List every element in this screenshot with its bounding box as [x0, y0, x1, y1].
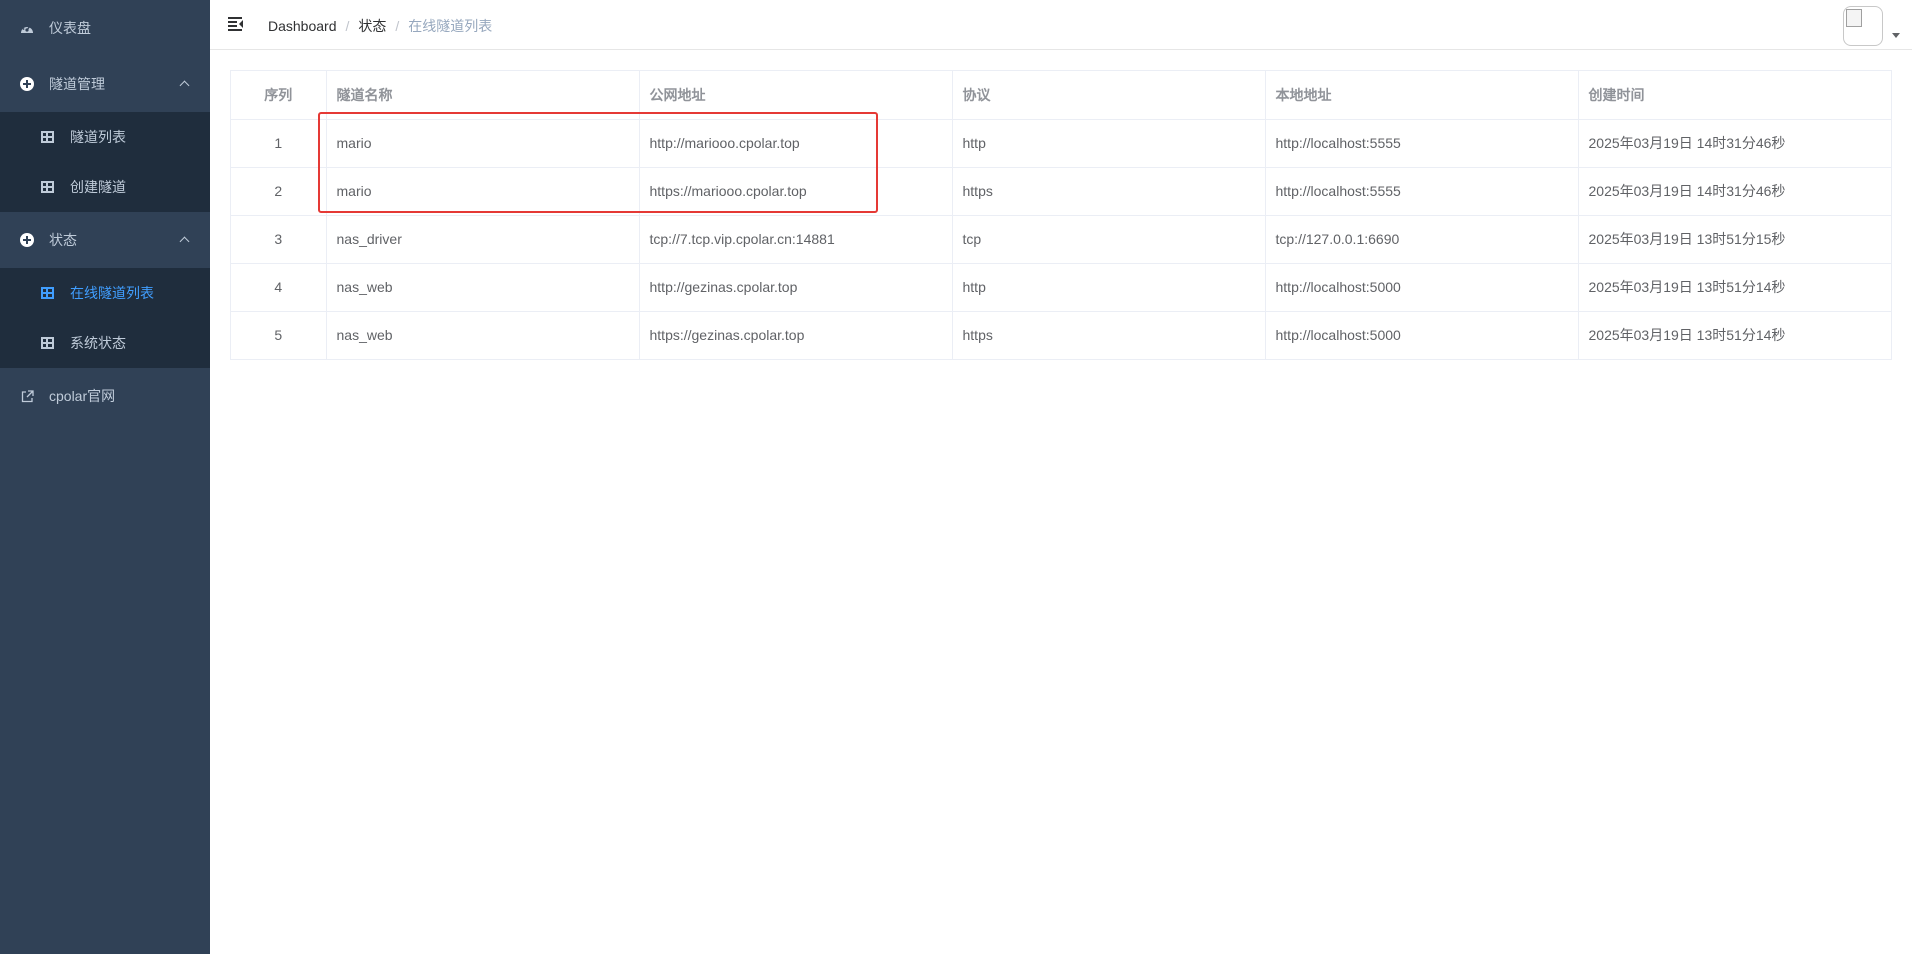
sidebar-item-tunnel-list[interactable]: 隧道列表 [0, 112, 210, 162]
cell-name: mario [326, 119, 640, 168]
breadcrumb-current: 在线隧道列表 [408, 18, 493, 34]
chevron-up-icon [179, 236, 190, 247]
cell-protocol: http [952, 263, 1266, 312]
cell-index: 5 [231, 311, 327, 359]
cell-name: nas_driver [326, 215, 640, 264]
sidebar-item-system-status[interactable]: 系统状态 [0, 318, 210, 368]
sidebar-item-create-tunnel[interactable]: 创建隧道 [0, 162, 210, 212]
table-icon [40, 286, 54, 300]
dashboard-icon [20, 21, 34, 35]
navbar: Dashboard / 状态 / 在线隧道列表 [210, 0, 1912, 50]
cell-index: 1 [231, 119, 327, 168]
breadcrumb-dashboard[interactable]: Dashboard [268, 18, 337, 34]
cell-protocol: http [952, 119, 1266, 168]
column-header-created-time: 创建时间 [1578, 71, 1891, 120]
sidebar-item-label: 隧道管理 [49, 76, 105, 92]
sidebar-item-label: 在线隧道列表 [70, 285, 154, 301]
cell-name: nas_web [326, 311, 640, 359]
chevron-up-icon [179, 80, 190, 91]
cell-local-address: http://localhost:5555 [1265, 119, 1579, 168]
cell-created-time: 2025年03月19日 14时31分46秒 [1578, 167, 1891, 216]
cell-public-url: http://mariooo.cpolar.top [639, 119, 953, 168]
sidebar-item-tunnel-management[interactable]: 隧道管理 [0, 56, 210, 112]
sidebar-item-label: 状态 [49, 232, 77, 248]
cell-created-time: 2025年03月19日 13时51分14秒 [1578, 263, 1891, 312]
table-row: 3 nas_driver tcp://7.tcp.vip.cpolar.cn:1… [231, 215, 1891, 264]
sidebar-item-online-tunnels[interactable]: 在线隧道列表 [0, 268, 210, 318]
table-row: 4 nas_web http://gezinas.cpolar.top http… [231, 263, 1891, 312]
sidebar-item-status[interactable]: 状态 [0, 212, 210, 268]
table-icon [40, 130, 54, 144]
column-header-local-address: 本地地址 [1265, 71, 1579, 120]
cell-local-address: http://localhost:5000 [1265, 311, 1579, 359]
cell-protocol: https [952, 167, 1266, 216]
table-row: 1 mario http://mariooo.cpolar.top http h… [231, 119, 1891, 168]
cell-index: 2 [231, 167, 327, 216]
circle-plus-icon [20, 77, 34, 91]
sidebar-item-label: 系统状态 [70, 335, 126, 351]
cell-public-url: http://gezinas.cpolar.top [639, 263, 953, 312]
tunnel-table: 序列 隧道名称 公网地址 协议 本地地址 创建时间 1 mario http:/… [230, 70, 1892, 360]
table-icon [40, 336, 54, 350]
breadcrumb-separator: / [395, 18, 400, 34]
breadcrumb: Dashboard / 状态 / 在线隧道列表 [268, 16, 492, 36]
table-row: 2 mario https://mariooo.cpolar.top https… [231, 167, 1891, 216]
breadcrumb-separator: / [345, 18, 350, 34]
column-header-index: 序列 [231, 71, 327, 120]
circle-plus-icon [20, 233, 34, 247]
cell-created-time: 2025年03月19日 13时51分15秒 [1578, 215, 1891, 264]
sidebar-item-label: cpolar官网 [49, 388, 116, 404]
cell-public-url: tcp://7.tcp.vip.cpolar.cn:14881 [639, 215, 953, 264]
caret-down-icon[interactable] [1892, 33, 1900, 38]
cell-public-url: https://mariooo.cpolar.top [639, 167, 953, 216]
sidebar-item-dashboard[interactable]: 仪表盘 [0, 0, 210, 56]
sidebar-item-label: 仪表盘 [49, 20, 91, 36]
sidebar-item-label: 创建隧道 [70, 179, 126, 195]
column-header-public-url: 公网地址 [639, 71, 953, 120]
cell-index: 4 [231, 263, 327, 312]
sidebar: 仪表盘 隧道管理 隧道列表 创建隧道 状态 在线隧道列表 系统状态 cpolar… [0, 0, 210, 954]
external-link-icon [20, 389, 34, 403]
cell-name: nas_web [326, 263, 640, 312]
cell-created-time: 2025年03月19日 13时51分14秒 [1588, 327, 1786, 344]
table-row: 5 nas_web https://gezinas.cpolar.top htt… [231, 311, 1891, 359]
hamburger-icon[interactable] [228, 17, 244, 31]
column-header-protocol: 协议 [952, 71, 1266, 120]
cell-protocol: tcp [952, 215, 1266, 264]
cell-protocol: https [952, 311, 1266, 359]
breadcrumb-status[interactable]: 状态 [358, 16, 386, 36]
cell-created-time: 2025年03月19日 14时31分46秒 [1578, 119, 1891, 168]
column-header-name: 隧道名称 [326, 71, 640, 120]
cell-local-address: http://localhost:5555 [1265, 167, 1579, 216]
cell-public-url: https://gezinas.cpolar.top [639, 311, 953, 359]
table-header-row: 序列 隧道名称 公网地址 协议 本地地址 创建时间 [231, 71, 1891, 120]
sidebar-item-label: 隧道列表 [70, 129, 126, 145]
avatar[interactable] [1843, 6, 1883, 46]
cell-name: mario [326, 167, 640, 216]
table-icon [40, 180, 54, 194]
cell-local-address: tcp://127.0.0.1:6690 [1265, 215, 1579, 264]
cell-local-address: http://localhost:5000 [1265, 263, 1579, 312]
sidebar-item-cpolar-website[interactable]: cpolar官网 [0, 368, 210, 424]
cell-index: 3 [231, 215, 327, 264]
